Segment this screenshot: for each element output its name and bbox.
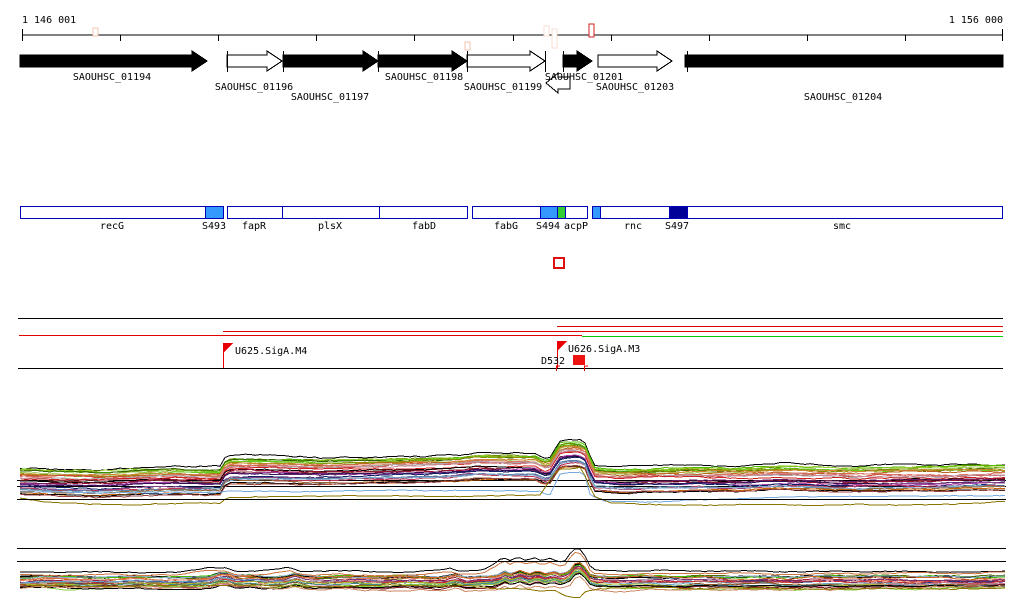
gene-label[interactable]: SAOUHSC_01204 bbox=[804, 92, 882, 103]
prediction-mark bbox=[544, 26, 549, 36]
gene-arrow[interactable] bbox=[563, 51, 592, 71]
map-segment[interactable] bbox=[20, 207, 205, 218]
prediction-mark bbox=[552, 29, 557, 48]
gene-arrow[interactable] bbox=[227, 51, 282, 71]
ruler-start-coordinate: 1 146 001 bbox=[22, 15, 76, 26]
ruler-end-coordinate: 1 156 000 bbox=[949, 15, 1003, 26]
map-label[interactable]: rnc bbox=[624, 221, 642, 232]
map-segment[interactable] bbox=[600, 207, 669, 218]
profile-trace bbox=[20, 448, 1005, 477]
map-segment[interactable] bbox=[565, 207, 588, 218]
map-label[interactable]: fapR bbox=[242, 221, 267, 232]
map-label[interactable]: acpP bbox=[564, 221, 588, 232]
gene-arrow[interactable] bbox=[378, 51, 467, 71]
map-segment[interactable] bbox=[472, 207, 540, 218]
map-label[interactable]: S497 bbox=[665, 221, 689, 232]
gene-arrow[interactable] bbox=[598, 51, 672, 71]
flag-icon[interactable] bbox=[557, 341, 567, 351]
coverage-trace-special bbox=[20, 549, 1005, 573]
flag-box-icon[interactable] bbox=[573, 355, 585, 365]
coverage-trace bbox=[20, 563, 1005, 579]
gene-arrow[interactable] bbox=[20, 51, 207, 71]
map-segment[interactable] bbox=[227, 207, 282, 218]
flag-label[interactable]: U626.SigA.M3 bbox=[568, 344, 640, 355]
map-segment[interactable] bbox=[687, 207, 1003, 218]
gene-label[interactable]: SAOUHSC_01198 bbox=[385, 72, 463, 83]
prediction-mark bbox=[589, 24, 594, 37]
map-segment[interactable] bbox=[379, 207, 468, 218]
gene-label[interactable]: SAOUHSC_01197 bbox=[291, 92, 369, 103]
browser-scene: 1 146 001 1 156 000 SAOUHSC_01194 SAOUHSC… bbox=[0, 0, 1024, 611]
gene-label[interactable]: SAOUHSC_01194 bbox=[73, 72, 151, 83]
probe-marker-square[interactable] bbox=[554, 258, 564, 268]
gene-arrow[interactable] bbox=[685, 55, 1003, 67]
flag-label[interactable]: U625.SigA.M4 bbox=[235, 346, 307, 357]
gene-label[interactable]: SAOUHSC_01203 bbox=[596, 82, 674, 93]
map-label[interactable]: recG bbox=[100, 221, 124, 232]
map-label[interactable]: S494 bbox=[536, 221, 560, 232]
map-segment[interactable] bbox=[540, 207, 557, 218]
genome-browser-canvas: 1 146 001 1 156 000 SAOUHSC_01194 SAOUHSC… bbox=[0, 0, 1024, 611]
map-label[interactable]: fabD bbox=[412, 221, 436, 232]
map-label[interactable]: fabG bbox=[494, 221, 518, 232]
map-label[interactable]: S493 bbox=[202, 221, 226, 232]
map-segment[interactable] bbox=[282, 207, 379, 218]
gene-arrow[interactable] bbox=[283, 51, 378, 71]
map-segment[interactable] bbox=[205, 207, 224, 218]
map-segment[interactable] bbox=[669, 207, 687, 218]
prediction-mark bbox=[93, 28, 98, 36]
map-label[interactable]: smc bbox=[833, 221, 851, 232]
map-segment[interactable] bbox=[557, 207, 565, 218]
map-segment[interactable] bbox=[592, 207, 600, 218]
prediction-mark bbox=[465, 42, 470, 50]
flag-icon[interactable] bbox=[223, 343, 233, 353]
gene-arrow[interactable] bbox=[467, 51, 545, 71]
gene-label[interactable]: SAOUHSC_01199 bbox=[464, 82, 542, 93]
flag-label[interactable]: D532 bbox=[541, 356, 565, 367]
map-label[interactable]: plsX bbox=[318, 221, 342, 232]
gene-label[interactable]: SAOUHSC_01196 bbox=[215, 82, 293, 93]
